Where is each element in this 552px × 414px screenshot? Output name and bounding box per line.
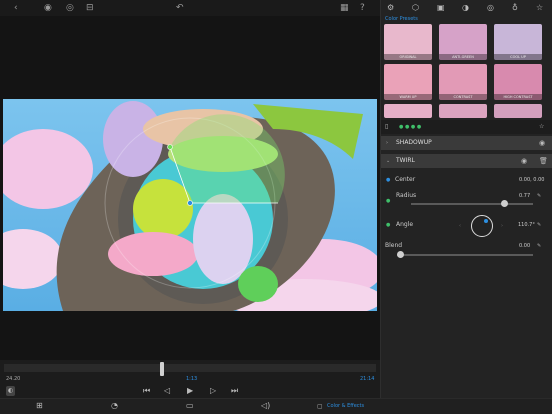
crop-icon[interactable]: ▭ xyxy=(186,401,194,411)
delete-icon[interactable]: 🗑 xyxy=(539,156,548,166)
center-label: Center xyxy=(395,176,416,183)
preset-label: WARM UP xyxy=(384,94,432,100)
help-icon[interactable]: ? xyxy=(360,2,365,14)
preset-label: ORIGINAL xyxy=(384,54,432,60)
add-icon[interactable]: ⊞ xyxy=(36,401,43,411)
param-angle: ● Angle ‹ › 110.7° ✎ xyxy=(381,212,552,240)
play-icon[interactable]: ▶ xyxy=(187,386,193,396)
eye-icon[interactable]: ◉ xyxy=(44,2,52,14)
timeline: 24.20 1:13 21:14 ◐ ⏮ ◁ ▶ ▷ ⏭ xyxy=(0,360,380,400)
video-viewer xyxy=(0,16,380,360)
preset-thumbnail[interactable]: WARM UP xyxy=(384,64,432,100)
param-center: ● Center 0.00, 0.00 xyxy=(381,174,552,186)
adjust-tab[interactable]: ⚙ xyxy=(387,3,394,13)
bookmark-icon[interactable]: ▯ xyxy=(385,122,388,132)
param-radius: ● Radius 0.77 ✎ xyxy=(381,190,552,212)
eye-icon[interactable]: ◉ xyxy=(539,138,545,148)
step-forward-icon[interactable]: ▷ xyxy=(210,386,216,396)
angle-dial[interactable] xyxy=(471,215,493,237)
film-icon[interactable]: ▦ xyxy=(340,2,349,14)
preset-thumbnail[interactable]: COOL UP xyxy=(494,24,542,60)
preset-thumbnail[interactable]: CONTRAST xyxy=(439,64,487,100)
angle-inc-icon[interactable]: › xyxy=(501,223,503,229)
back-icon[interactable]: ‹ xyxy=(14,2,18,14)
angle-dial-marker xyxy=(484,219,488,223)
compare-icon[interactable]: ⊟ xyxy=(86,2,94,14)
color-effects-label[interactable]: Color & Effects xyxy=(327,403,364,409)
expand-icon[interactable]: › xyxy=(386,140,388,146)
radius-slider[interactable] xyxy=(411,203,533,205)
radius-label: Radius xyxy=(396,192,417,199)
target-tab[interactable]: ◎ xyxy=(487,3,494,13)
param-blend: Blend 0.00 ✎ xyxy=(381,240,552,262)
effects-panel: ⚙ ⬡ ▣ ◑ ◎ ♁ ☆ Color Presets ORIGINAL ANT… xyxy=(380,0,552,398)
skip-end-icon[interactable]: ⏭ xyxy=(231,386,238,396)
radius-value[interactable]: 0.77 xyxy=(519,193,530,199)
param-dot: ● xyxy=(386,177,391,183)
preset-thumbnail[interactable] xyxy=(384,104,432,118)
collapse-icon[interactable]: ⌄ xyxy=(386,158,390,164)
end-time: 21:14 xyxy=(360,376,375,382)
layer-shadowup[interactable]: › SHADOWUP ◉ xyxy=(381,136,552,150)
preview-image[interactable] xyxy=(3,99,377,311)
param-dot: ● xyxy=(386,222,391,228)
preset-thumbnail[interactable]: HIGH CONTRAST xyxy=(494,64,542,100)
cube-tab[interactable]: ⬡ xyxy=(412,3,419,13)
top-toolbar: ‹ ◉ ◎ ⊟ ↶ ▦ ? xyxy=(0,0,380,16)
image-tab[interactable]: ▣ xyxy=(437,3,445,13)
eye-icon[interactable]: ◎ xyxy=(66,2,74,14)
blend-label: Blend xyxy=(385,242,403,249)
preset-thumbnail[interactable]: ANTI-GREEN xyxy=(439,24,487,60)
angle-value[interactable]: 110.7° xyxy=(518,222,535,228)
audio-icon[interactable]: ◁) xyxy=(261,401,270,411)
edit-icon[interactable]: ✎ xyxy=(537,243,541,249)
edit-icon[interactable]: ✎ xyxy=(537,222,541,228)
preset-thumbnail[interactable] xyxy=(494,104,542,118)
bulb-tab[interactable]: ♁ xyxy=(512,3,518,13)
color-effects-icon[interactable]: ▢ xyxy=(317,402,323,412)
layer-twirl[interactable]: ⌄ TWIRL ◉ 🗑 xyxy=(381,154,552,168)
center-value[interactable]: 0.00, 0.00 xyxy=(519,177,544,183)
toggle-icon[interactable]: ◐ xyxy=(6,386,16,396)
current-time: 1:13 xyxy=(186,376,198,382)
circle-tab[interactable]: ◑ xyxy=(462,3,469,13)
layer-name: SHADOWUP xyxy=(396,139,432,146)
preset-thumbnail[interactable]: ORIGINAL xyxy=(384,24,432,60)
preset-label: HIGH CONTRAST xyxy=(494,94,542,100)
step-back-icon[interactable]: ◁ xyxy=(164,386,170,396)
radius-slider-knob[interactable] xyxy=(501,200,509,207)
bottom-toolbar: ⊞ ◔ ▭ ◁) ▢ Color & Effects xyxy=(0,398,552,414)
blend-slider[interactable] xyxy=(397,254,533,256)
skip-start-icon[interactable]: ⏮ xyxy=(143,386,150,396)
speed-icon[interactable]: ◔ xyxy=(111,401,118,411)
angle-label: Angle xyxy=(396,221,414,228)
edit-icon[interactable]: ✎ xyxy=(537,193,541,199)
layer-name: TWIRL xyxy=(396,157,415,164)
blend-slider-knob[interactable] xyxy=(397,251,404,258)
playhead[interactable] xyxy=(160,362,164,376)
angle-dec-icon[interactable]: ‹ xyxy=(459,223,461,229)
star-tab[interactable]: ☆ xyxy=(536,3,543,13)
presets-title: Color Presets xyxy=(385,16,418,22)
param-dot: ● xyxy=(386,198,391,204)
preset-label: CONTRAST xyxy=(439,94,487,100)
preset-thumbnail[interactable] xyxy=(439,104,487,118)
eye-icon[interactable]: ◉ xyxy=(521,156,527,166)
timeline-track[interactable] xyxy=(4,364,376,372)
blend-value[interactable]: 0.00 xyxy=(519,243,530,249)
preset-label: ANTI-GREEN xyxy=(439,54,487,60)
presets-footer: ▯ ● ● ● ● ☆ xyxy=(381,120,552,134)
preset-dots: ● ● ● ● xyxy=(399,124,422,130)
undo-icon[interactable]: ↶ xyxy=(176,2,184,14)
preset-label: COOL UP xyxy=(494,54,542,60)
start-time: 24.20 xyxy=(6,376,21,382)
favorite-icon[interactable]: ☆ xyxy=(539,122,544,132)
